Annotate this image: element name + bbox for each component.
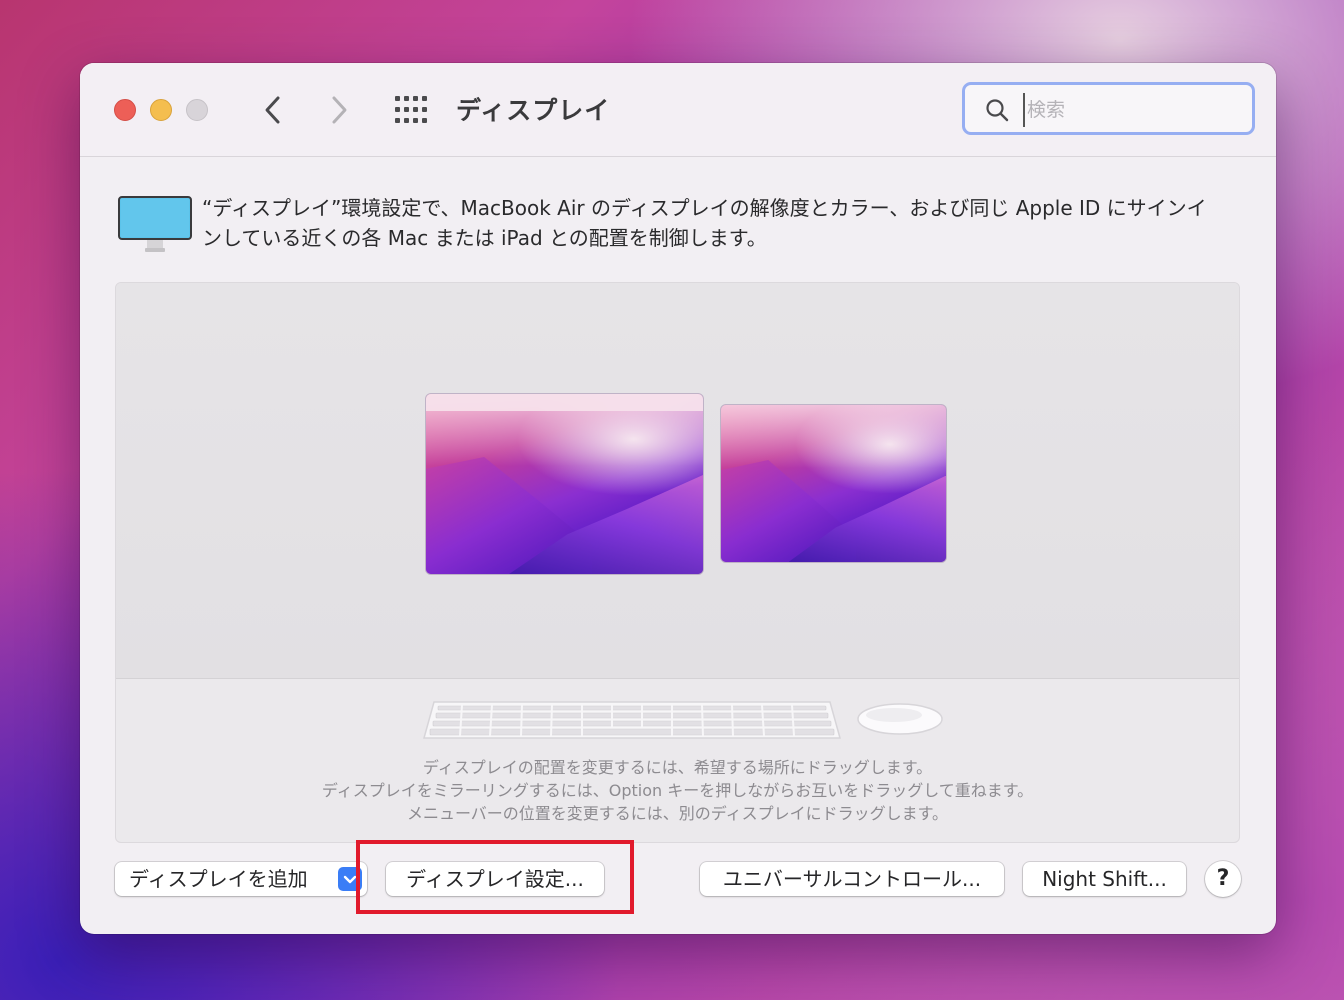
hint-line: メニューバーの位置を変更するには、別のディスプレイにドラッグします。: [406, 804, 949, 823]
forward-button[interactable]: [322, 93, 356, 127]
chevron-right-icon: [332, 96, 347, 124]
universal-control-button[interactable]: ユニバーサルコントロール...: [700, 862, 1004, 896]
grid-icon: [395, 96, 427, 123]
main-display-thumbnail[interactable]: [426, 394, 703, 574]
search-icon: [986, 99, 1009, 122]
help-button[interactable]: ?: [1205, 861, 1241, 897]
mouse-icon: [857, 703, 943, 735]
add-display-label: ディスプレイを追加: [129, 867, 308, 891]
display-arrangement-area: ディスプレイの配置を変更するには、希望する場所にドラッグします。 ディスプレイを…: [115, 282, 1240, 843]
dropdown-button[interactable]: [338, 867, 362, 891]
monitor-icon: [118, 196, 192, 252]
show-all-button[interactable]: [394, 95, 428, 125]
hint-line: ディスプレイの配置を変更するには、希望する場所にドラッグします。: [422, 758, 933, 777]
secondary-display-thumbnail[interactable]: [721, 405, 946, 562]
chevron-left-icon: [265, 96, 280, 124]
system-preferences-window: ディスプレイ “ディスプレイ”環境設定で、MacBook Air のディスプレイ…: [80, 63, 1276, 934]
description-text: “ディスプレイ”環境設定で、MacBook Air のディスプレイの解像度とカラ…: [202, 196, 1207, 250]
arrangement-hints: ディスプレイの配置を変更するには、希望する場所にドラッグします。 ディスプレイを…: [116, 756, 1239, 825]
chevron-down-icon: [343, 875, 357, 884]
night-shift-button[interactable]: Night Shift...: [1023, 862, 1186, 896]
search-input[interactable]: [1023, 93, 1239, 127]
close-button[interactable]: [114, 99, 136, 121]
zoom-button[interactable]: [186, 99, 208, 121]
window-title: ディスプレイ: [456, 96, 611, 125]
menubar-indicator[interactable]: [426, 394, 703, 411]
keyboard-icon: [423, 701, 841, 739]
back-button[interactable]: [256, 93, 290, 127]
add-display-button[interactable]: ディスプレイを追加: [115, 862, 367, 896]
hint-line: ディスプレイをミラーリングするには、Option キーを押しながらお互いをドラッ…: [321, 781, 1034, 800]
display-settings-button[interactable]: ディスプレイ設定...: [386, 862, 604, 896]
search-field[interactable]: [962, 82, 1255, 135]
minimize-button[interactable]: [150, 99, 172, 121]
toolbar: ディスプレイ: [80, 63, 1276, 157]
